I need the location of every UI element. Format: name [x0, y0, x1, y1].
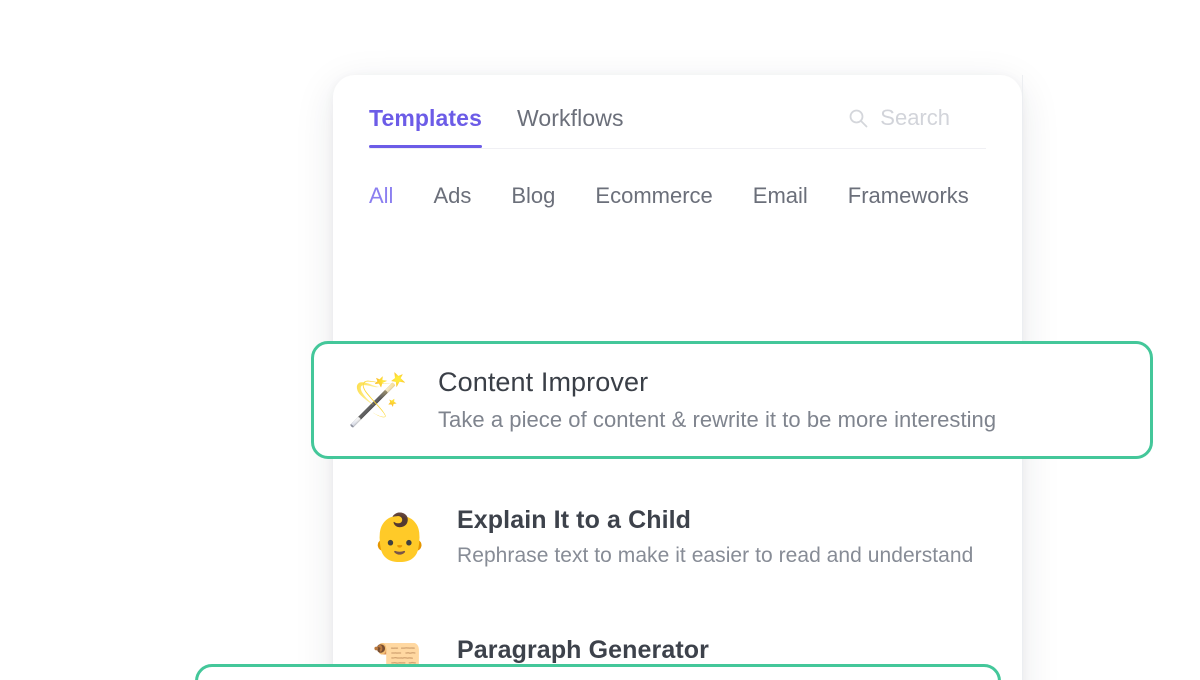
search-icon — [848, 108, 868, 128]
category-ecommerce-label: Ecommerce — [595, 183, 713, 208]
category-ads-label: Ads — [433, 183, 472, 208]
screen-root: Templates Workflows Search All Ads Blog … — [0, 0, 1200, 680]
category-all-label: All — [369, 183, 394, 208]
category-frameworks[interactable]: Frameworks — [848, 183, 969, 209]
category-blog[interactable]: Blog — [511, 183, 555, 209]
category-email[interactable]: Email — [753, 183, 808, 209]
tab-templates[interactable]: Templates — [369, 105, 482, 148]
panel-tabbar: Templates Workflows Search — [333, 75, 1022, 149]
template-row-explain-it-to-a-child[interactable]: 👶 Explain It to a Child Rephrase text to… — [333, 472, 1022, 602]
tab-templates-label: Templates — [369, 105, 482, 131]
template-description: Rephrase text to make it easier to read … — [457, 544, 974, 567]
tab-workflows-label: Workflows — [517, 105, 624, 131]
template-list: 🪄 Content Improver Take a piece of conte… — [311, 250, 1153, 680]
baby-emoji: 👶 — [371, 511, 429, 563]
template-description: Take a piece of content & rewrite it to … — [438, 407, 997, 432]
category-frameworks-label: Frameworks — [847, 183, 969, 208]
category-ecommerce[interactable]: Ecommerce — [595, 183, 712, 209]
category-blog-label: Blog — [511, 183, 556, 208]
template-title: Content Improver — [438, 367, 649, 397]
tab-workflows[interactable]: Workflows — [517, 105, 624, 132]
templates-panel: Templates Workflows Search All Ads Blog … — [311, 75, 1153, 680]
template-card-text: Content Improver Take a piece of content… — [438, 367, 1120, 433]
magic-wand-emoji: 🪄 — [346, 372, 410, 428]
template-row-text: Explain It to a Child Rephrase text to m… — [457, 506, 986, 568]
search-field[interactable]: Search — [848, 105, 950, 131]
template-card-partial-bottom[interactable] — [195, 664, 1001, 680]
category-all[interactable]: All — [369, 183, 393, 209]
category-email-label: Email — [752, 183, 808, 208]
category-filter-row: All Ads Blog Ecommerce Email Frameworks — [369, 183, 969, 209]
template-title: Explain It to a Child — [457, 506, 692, 534]
search-placeholder: Search — [880, 105, 950, 130]
tabbar-divider — [369, 148, 986, 149]
template-title: Paragraph Generator — [457, 636, 709, 664]
template-card-content-improver[interactable]: 🪄 Content Improver Take a piece of conte… — [311, 341, 1153, 459]
category-ads[interactable]: Ads — [433, 183, 471, 209]
